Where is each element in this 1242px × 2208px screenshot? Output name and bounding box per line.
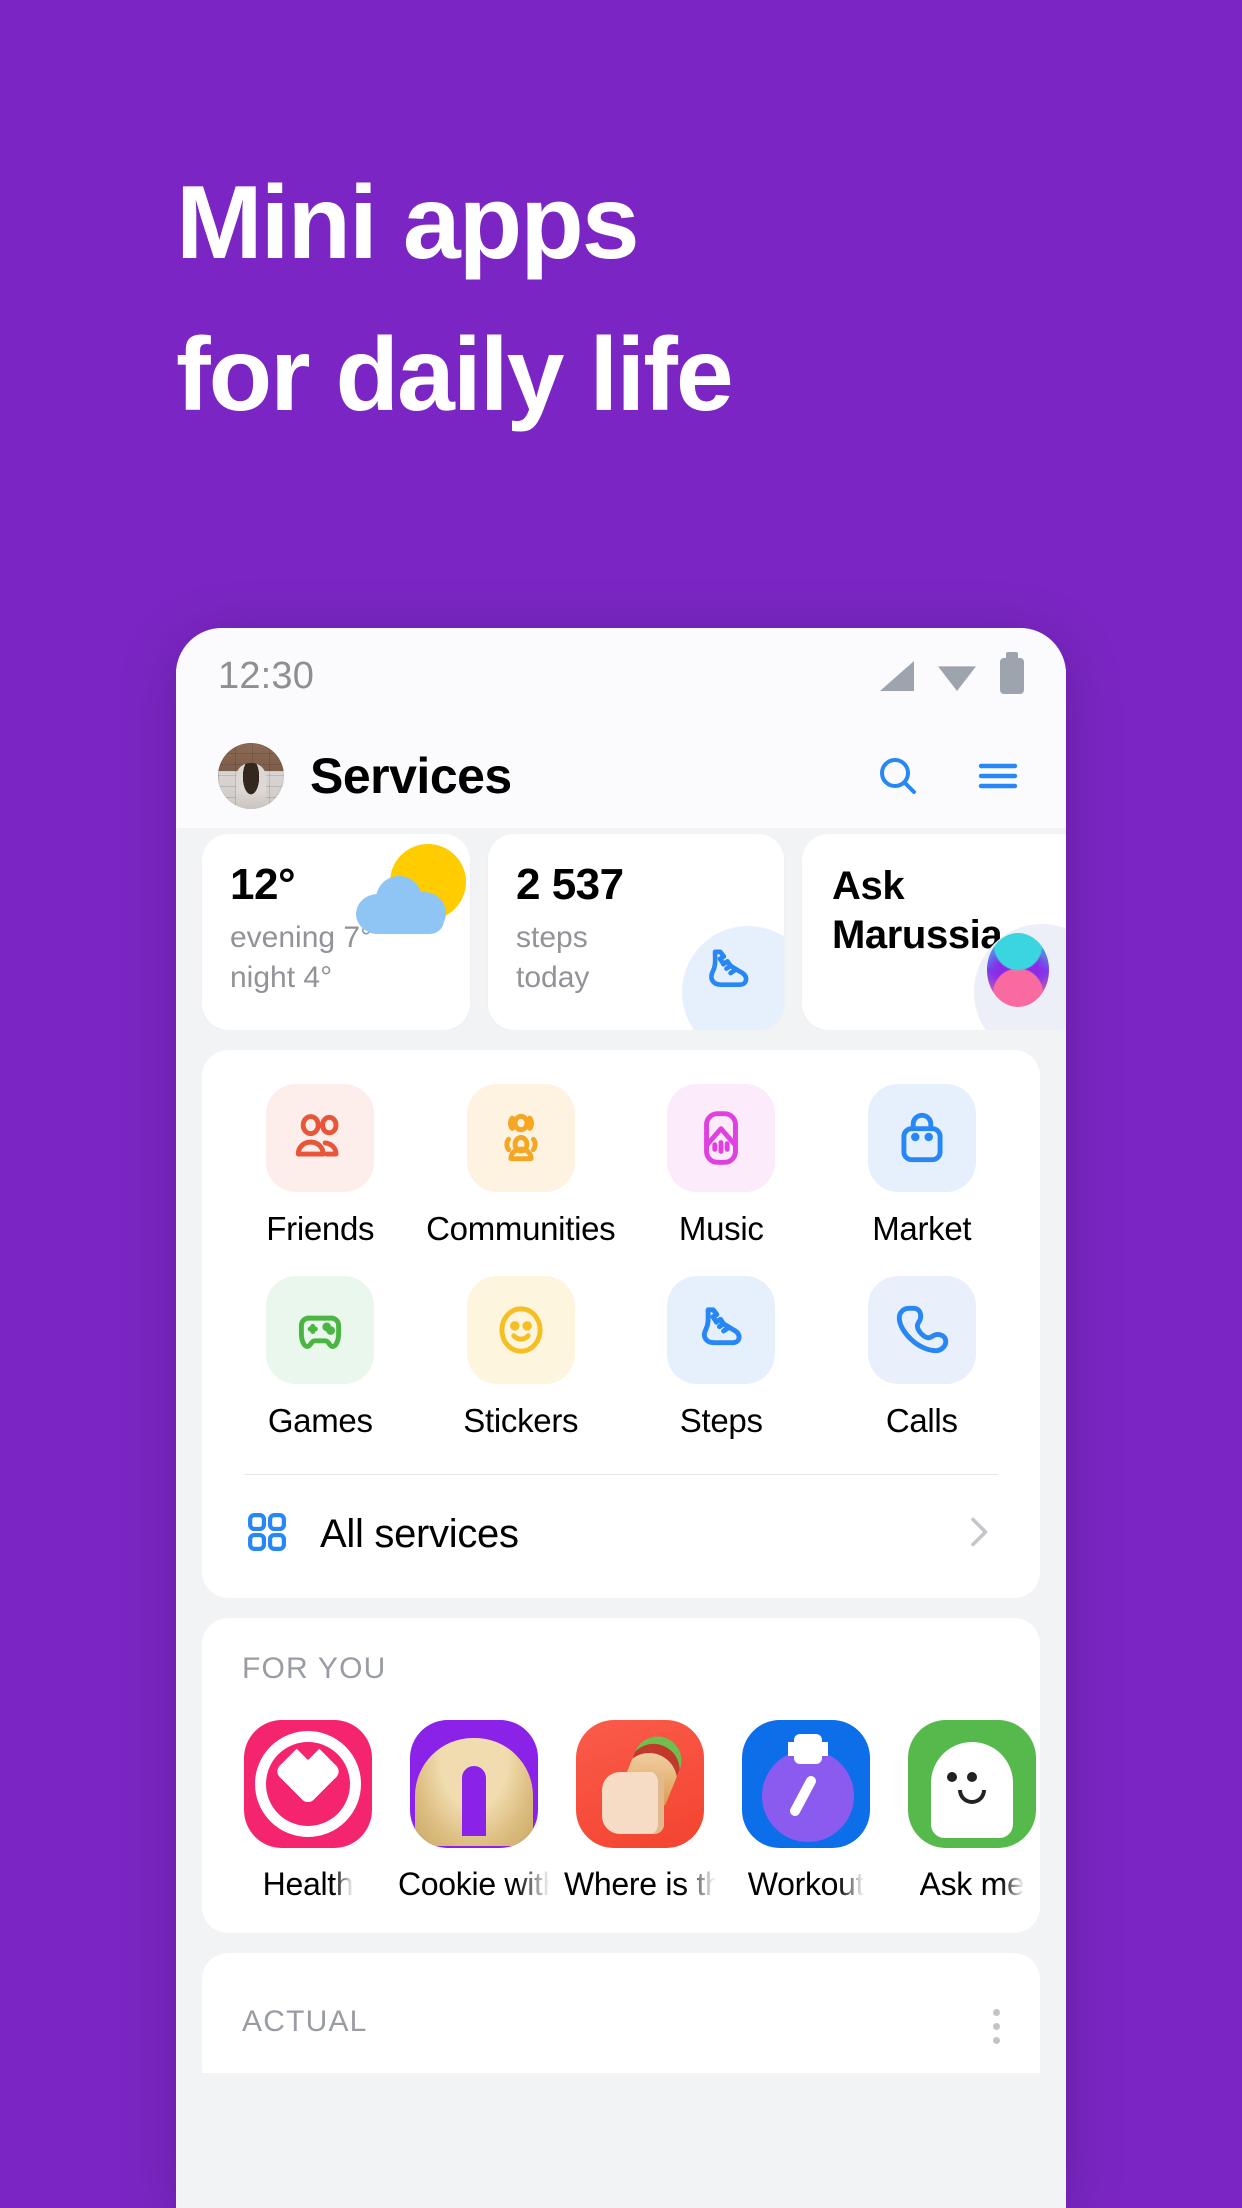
service-steps[interactable]: Steps bbox=[621, 1276, 822, 1440]
friends-icon bbox=[266, 1084, 375, 1192]
signal-icon bbox=[880, 661, 914, 691]
service-label: Market bbox=[872, 1210, 972, 1247]
service-label: Communities bbox=[426, 1210, 616, 1247]
all-services-row[interactable]: All services bbox=[202, 1475, 1040, 1598]
sneaker-icon bbox=[682, 926, 784, 1030]
music-icon bbox=[667, 1084, 776, 1192]
communities-icon bbox=[466, 1084, 575, 1192]
app-bar-title: Services bbox=[310, 748, 512, 804]
app-ask-me[interactable]: Ask me bbox=[902, 1720, 1040, 1903]
app-workout[interactable]: Workout bbox=[736, 1720, 876, 1903]
service-communities[interactable]: Communities bbox=[421, 1084, 622, 1248]
grid-icon bbox=[244, 1509, 290, 1560]
app-label: Cookie with bbox=[398, 1866, 550, 1902]
service-music[interactable]: Music bbox=[621, 1084, 822, 1248]
ghost-icon bbox=[908, 1720, 1036, 1848]
phone-mockup: 12:30 Services 12° evening 7° night 4° 2… bbox=[176, 628, 1066, 2208]
service-label: Music bbox=[678, 1210, 764, 1247]
for-you-apps: Health Cookie with Where is the Workout … bbox=[202, 1686, 1040, 1903]
steps-count: 2 537 bbox=[516, 860, 624, 909]
for-you-card: FOR YOU Health Cookie with Where is the … bbox=[202, 1618, 1040, 1933]
steps-widget[interactable]: 2 537 steps today bbox=[488, 834, 784, 1030]
app-bar: Services bbox=[176, 724, 1066, 828]
service-market[interactable]: Market bbox=[822, 1084, 1023, 1248]
avatar[interactable] bbox=[218, 743, 284, 809]
all-services-label: All services bbox=[320, 1512, 519, 1556]
services-grid: Friends Communities Music Market Games S… bbox=[202, 1084, 1040, 1440]
actual-card: ACTUAL bbox=[202, 1953, 1040, 2073]
app-label: Health bbox=[262, 1866, 354, 1902]
assistant-widget[interactable]: Ask Marussia bbox=[802, 834, 1066, 1030]
service-label: Friends bbox=[266, 1210, 375, 1247]
status-time: 12:30 bbox=[218, 654, 315, 697]
service-label: Calls bbox=[885, 1402, 958, 1439]
sun-behind-cloud-icon bbox=[356, 838, 470, 948]
stopwatch-icon bbox=[742, 1720, 870, 1848]
app-where-is-the[interactable]: Where is the bbox=[564, 1720, 716, 1903]
battery-icon bbox=[1000, 652, 1024, 694]
app-label: Where is the bbox=[564, 1866, 716, 1902]
service-calls[interactable]: Calls bbox=[822, 1276, 1023, 1440]
app-bar-actions bbox=[872, 750, 1024, 802]
status-bar: 12:30 bbox=[176, 628, 1066, 724]
smiley-icon bbox=[466, 1276, 575, 1384]
health-target-icon bbox=[244, 1720, 372, 1848]
weather-widget[interactable]: 12° evening 7° night 4° bbox=[202, 834, 470, 1030]
page-title: Mini apps for daily life bbox=[176, 165, 734, 433]
service-label: Stickers bbox=[463, 1402, 579, 1439]
service-games[interactable]: Games bbox=[220, 1276, 421, 1440]
gamepad-icon bbox=[266, 1276, 375, 1384]
for-you-title: FOR YOU bbox=[242, 1652, 387, 1685]
status-icons bbox=[880, 652, 1024, 694]
app-health[interactable]: Health bbox=[238, 1720, 378, 1903]
widget-row: 12° evening 7° night 4° 2 537 steps toda… bbox=[176, 828, 1066, 1030]
market-bag-icon bbox=[867, 1084, 976, 1192]
search-icon[interactable] bbox=[872, 750, 924, 802]
service-friends[interactable]: Friends bbox=[220, 1084, 421, 1248]
service-stickers[interactable]: Stickers bbox=[421, 1276, 622, 1440]
services-card: Friends Communities Music Market Games S… bbox=[202, 1050, 1040, 1598]
hamburger-menu-icon[interactable] bbox=[972, 750, 1024, 802]
phone-icon bbox=[867, 1276, 976, 1384]
app-label: Workout bbox=[747, 1866, 865, 1902]
actual-title: ACTUAL bbox=[242, 2005, 368, 2038]
app-cookie[interactable]: Cookie with bbox=[398, 1720, 550, 1903]
wifi-icon bbox=[938, 666, 976, 691]
fortune-cookie-icon bbox=[410, 1720, 538, 1848]
sneaker-icon bbox=[667, 1276, 776, 1384]
shawarma-hand-icon bbox=[576, 1720, 704, 1848]
app-label: Ask me bbox=[919, 1866, 1025, 1902]
service-label: Steps bbox=[679, 1402, 763, 1439]
kebab-menu-icon[interactable] bbox=[993, 2005, 1000, 2044]
chevron-right-icon bbox=[958, 1512, 998, 1557]
service-label: Games bbox=[267, 1402, 373, 1439]
